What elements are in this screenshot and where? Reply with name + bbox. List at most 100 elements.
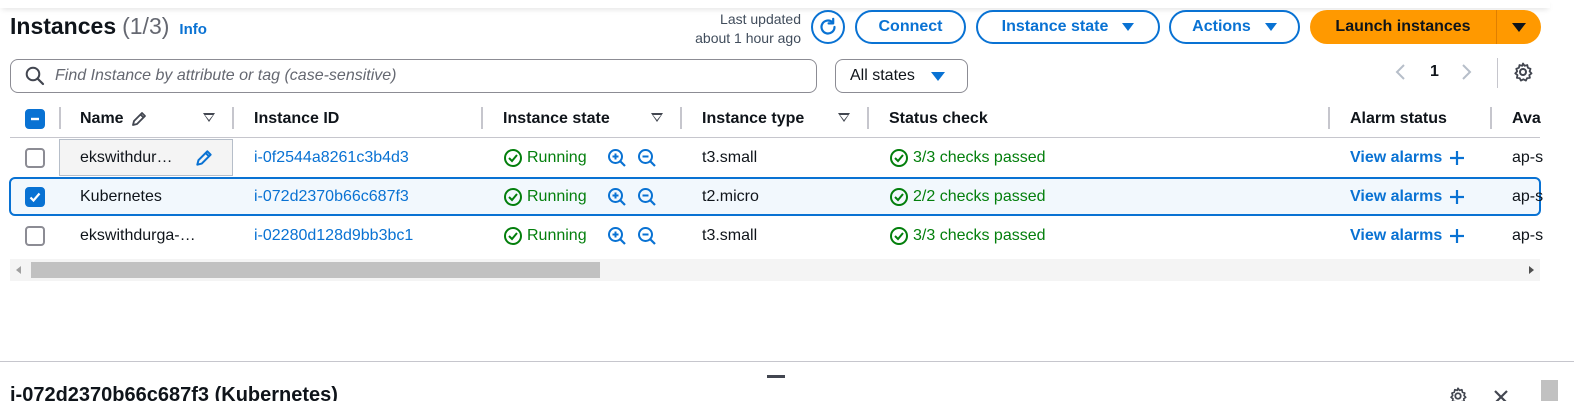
instance-state-button[interactable]: Instance state	[976, 10, 1160, 44]
row-checkbox[interactable]	[25, 186, 45, 207]
availability-zone: ap-s	[1512, 148, 1544, 166]
launch-instances-split-button: Launch instances	[1310, 10, 1541, 44]
column-header-instance-type[interactable]: Instance type	[702, 99, 804, 138]
row-checkbox[interactable]	[25, 147, 45, 168]
plus-icon	[1450, 150, 1465, 165]
select-all-checkbox[interactable]	[25, 99, 45, 138]
column-header-availability-zone[interactable]: Ava	[1512, 99, 1541, 138]
row-checkbox[interactable]	[25, 225, 45, 246]
search-field[interactable]	[10, 59, 817, 93]
plus-icon	[1450, 189, 1465, 204]
page-number[interactable]: 1	[1430, 63, 1439, 81]
column-header-instance-id[interactable]: Instance ID	[254, 99, 339, 138]
instance-name: ekswithdur…	[80, 148, 173, 166]
next-page-icon[interactable]	[1459, 63, 1473, 81]
table-settings-button[interactable]	[1512, 61, 1534, 88]
instances-table: Name Instance ID Instance state Instance…	[9, 99, 1544, 255]
launch-instances-button[interactable]: Launch instances	[1310, 10, 1496, 44]
refresh-button[interactable]	[811, 10, 845, 44]
column-header-status-check[interactable]: Status check	[889, 99, 988, 138]
state-label: Running	[527, 187, 587, 205]
instance-id-link[interactable]: i-0f2544a8261c3b4d3	[254, 138, 409, 177]
title-text: Instances	[10, 13, 117, 39]
status-check-label: 3/3 checks passed	[913, 148, 1046, 166]
table-row[interactable]: ekswithdurga-… i-02280d128d9bb3bc1 Runni…	[10, 216, 1544, 255]
table-row[interactable]: ekswithdur… i-0f2544a8261c3b4d3 Running …	[10, 138, 1544, 177]
view-alarms-label: View alarms	[1350, 226, 1443, 244]
instance-name: Kubernetes	[80, 187, 162, 205]
caret-down-icon	[1264, 23, 1277, 31]
scroll-right-arrow-icon[interactable]	[1529, 266, 1534, 274]
close-icon	[1494, 390, 1508, 401]
instance-id-link[interactable]: i-072d2370b66c687f3	[254, 177, 409, 216]
top-shadow	[0, 0, 1550, 8]
column-label: Name	[80, 109, 124, 127]
gear-icon	[1450, 387, 1467, 401]
zoom-out-button[interactable]	[637, 138, 657, 177]
scrollbar-thumb[interactable]	[31, 262, 600, 278]
launch-dropdown-button[interactable]	[1496, 10, 1541, 44]
check-circle-icon	[504, 187, 522, 206]
instance-type: t2.micro	[702, 187, 759, 205]
zoom-out-icon	[638, 187, 656, 206]
sort-icon[interactable]	[651, 113, 663, 122]
checkbox[interactable]	[25, 108, 45, 129]
actions-button[interactable]: Actions	[1169, 10, 1300, 44]
column-header-name[interactable]: Name	[80, 99, 148, 138]
state-filter-select[interactable]: All states	[835, 59, 968, 93]
column-divider	[481, 107, 483, 129]
instance-state: Running	[503, 177, 587, 216]
zoom-in-icon	[608, 226, 626, 245]
zoom-out-button[interactable]	[637, 216, 657, 255]
check-circle-icon	[890, 226, 908, 245]
view-alarms-link[interactable]: View alarms	[1350, 138, 1466, 177]
status-check: 2/2 checks passed	[889, 177, 1046, 216]
zoom-in-button[interactable]	[607, 138, 627, 177]
check-circle-icon	[890, 148, 908, 167]
actions-label: Actions	[1192, 18, 1251, 35]
zoom-in-button[interactable]	[607, 216, 627, 255]
column-divider	[232, 107, 234, 129]
column-divider	[867, 107, 869, 129]
resize-handle[interactable]	[767, 375, 785, 378]
detail-panel-title: i-072d2370b66c687f3 (Kubernetes)	[10, 384, 338, 401]
zoom-out-button[interactable]	[637, 177, 657, 216]
view-alarms-link[interactable]: View alarms	[1350, 177, 1466, 216]
zoom-in-button[interactable]	[607, 177, 627, 216]
table-header: Name Instance ID Instance state Instance…	[10, 99, 1541, 138]
status-check: 3/3 checks passed	[889, 138, 1046, 177]
pager-divider	[1497, 58, 1498, 88]
view-alarms-label: View alarms	[1350, 187, 1443, 205]
column-divider	[1328, 107, 1330, 129]
instance-type: t3.small	[702, 226, 758, 244]
state-label: Running	[527, 148, 587, 166]
status-check-label: 3/3 checks passed	[913, 226, 1046, 244]
column-divider	[1490, 107, 1492, 129]
availability-zone: ap-s	[1512, 226, 1544, 244]
panel-close-button[interactable]	[1492, 388, 1510, 401]
check-icon	[29, 192, 41, 202]
vertical-scrollbar-thumb[interactable]	[1541, 380, 1558, 401]
view-alarms-link[interactable]: View alarms	[1350, 216, 1466, 255]
refresh-icon	[820, 17, 836, 35]
column-header-alarm-status[interactable]: Alarm status	[1350, 99, 1447, 138]
edit-name-button[interactable]	[194, 138, 214, 177]
table-row-selected[interactable]: Kubernetes i-072d2370b66c687f3 Running t…	[9, 177, 1543, 216]
connect-button[interactable]: Connect	[855, 10, 966, 44]
info-link[interactable]: Info	[179, 21, 207, 38]
zoom-out-icon	[638, 226, 656, 245]
sort-icon[interactable]	[838, 113, 850, 122]
scroll-left-arrow-icon[interactable]	[16, 266, 21, 274]
search-icon	[25, 66, 45, 86]
column-header-instance-state[interactable]: Instance state	[503, 99, 610, 138]
pencil-icon	[131, 111, 146, 126]
instance-type: t3.small	[702, 148, 758, 166]
horizontal-scrollbar[interactable]	[10, 259, 1540, 281]
search-input[interactable]	[55, 67, 795, 85]
sort-icon[interactable]	[203, 113, 215, 122]
panel-settings-button[interactable]	[1448, 386, 1468, 401]
instance-id-link[interactable]: i-02280d128d9bb3bc1	[254, 216, 413, 255]
zoom-in-icon	[608, 148, 626, 167]
previous-page-icon[interactable]	[1394, 63, 1408, 81]
check-circle-icon	[504, 148, 522, 167]
